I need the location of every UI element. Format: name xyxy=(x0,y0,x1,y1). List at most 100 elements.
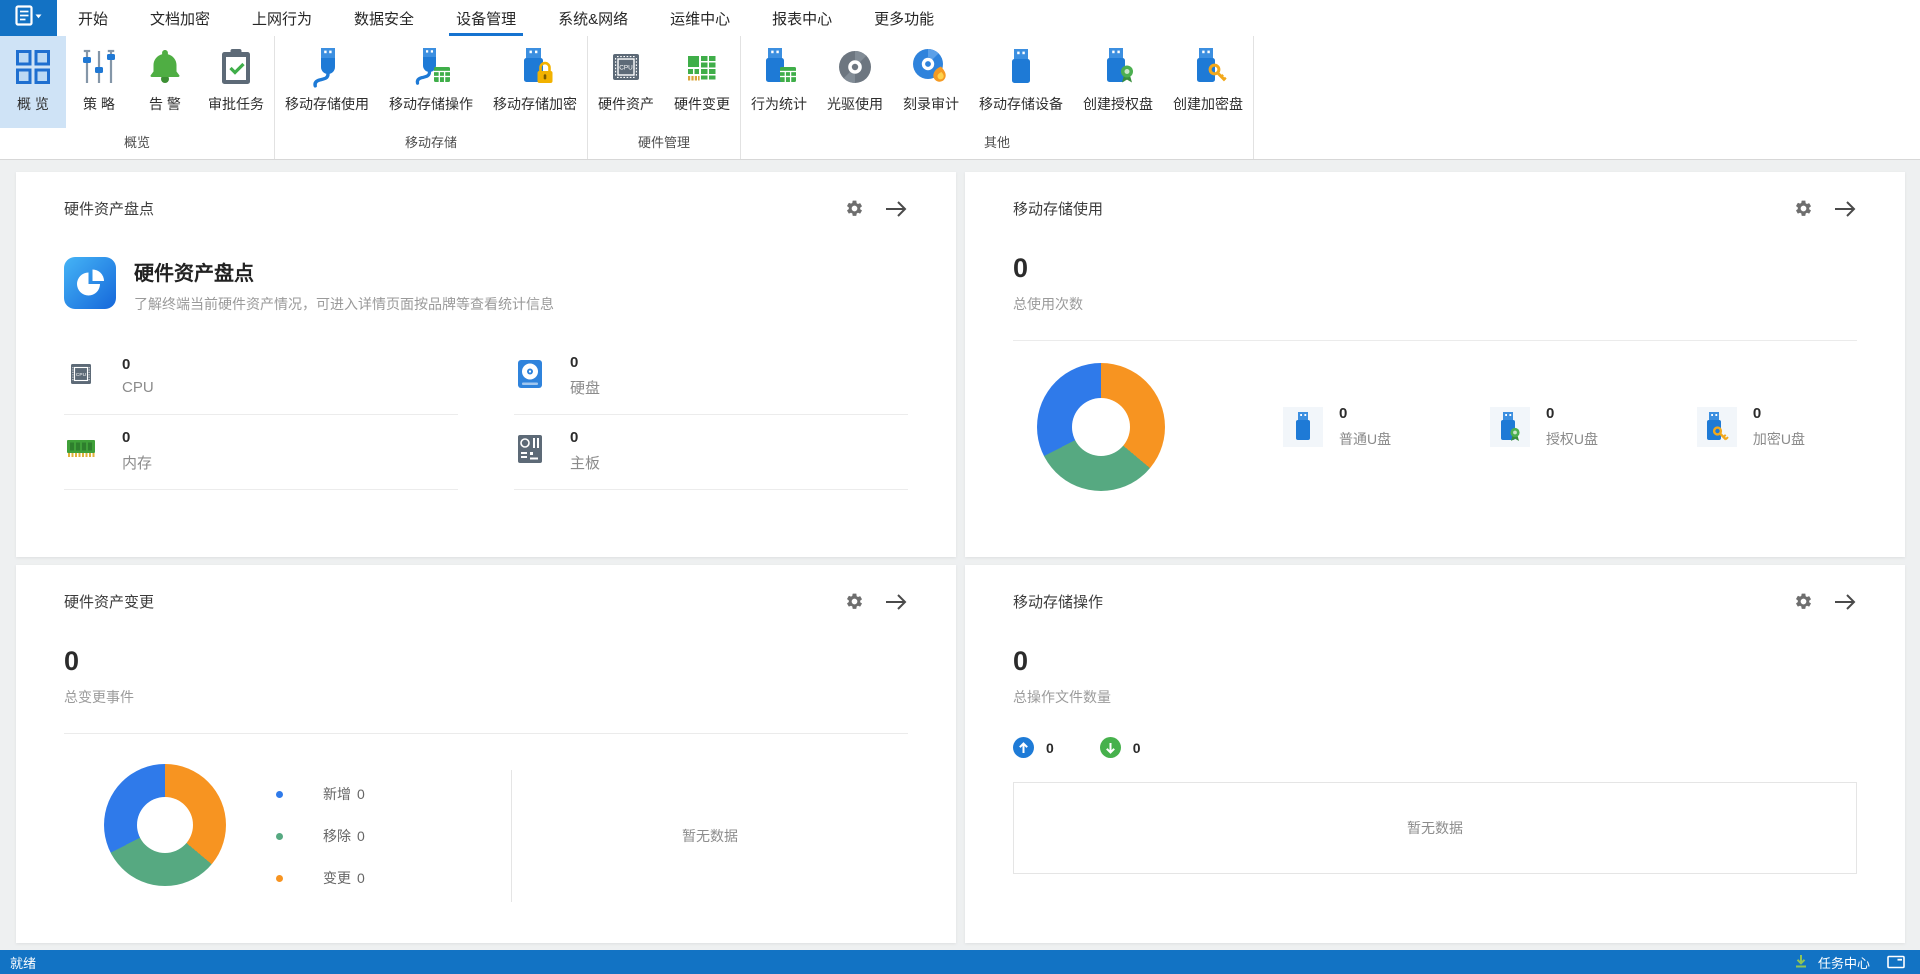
upload-count: 0 xyxy=(1046,740,1054,756)
arrow-right-icon[interactable] xyxy=(1833,200,1857,218)
status-ready-text: 就绪 xyxy=(0,953,1793,972)
ribbon-item-burn-audit[interactable]: 刻录审计 xyxy=(893,36,969,128)
ribbon-item-storage-usage[interactable]: 移动存储使用 xyxy=(275,36,379,128)
ribbon-item-hardware-change[interactable]: 硬件变更 xyxy=(664,36,740,128)
stat-label: CPU xyxy=(122,379,154,396)
legend-item-added: 新增 0 xyxy=(276,784,511,804)
total-value: 0 xyxy=(64,646,908,677)
ribbon-item-create-authorized-disk[interactable]: 创建授权盘 xyxy=(1073,36,1163,128)
menu-item-more[interactable]: 更多功能 xyxy=(853,0,955,36)
ribbon-group-label: 移动存储 xyxy=(275,128,587,159)
arrow-right-icon[interactable] xyxy=(884,593,908,611)
ribbon-item-label: 硬件资产 xyxy=(598,94,654,114)
card-title: 移动存储操作 xyxy=(1013,591,1794,612)
alert-bell-icon xyxy=(142,43,188,91)
gear-icon[interactable] xyxy=(1794,592,1813,611)
ribbon-item-behavior-stats[interactable]: 行为统计 xyxy=(741,36,817,128)
card-hardware-inventory: 硬件资产盘点 硬件资产盘点 了解终端当前硬件资产情况，可进入详情页面按品牌等查看… xyxy=(16,172,956,557)
gear-icon[interactable] xyxy=(1794,199,1813,218)
stat-value: 0 xyxy=(570,354,600,371)
gear-icon[interactable] xyxy=(845,199,864,218)
stat-value: 0 xyxy=(1339,405,1391,422)
ribbon-item-label: 刻录审计 xyxy=(903,94,959,114)
ribbon-item-label: 告 警 xyxy=(149,94,181,114)
approval-tasks-icon xyxy=(213,43,259,91)
card-hardware-changes: 硬件资产变更 0 总变更事件 新增 0 移除 0 xyxy=(16,565,956,943)
ribbon-item-create-encrypted-disk[interactable]: 创建加密盘 xyxy=(1163,36,1253,128)
svg-text:CPU: CPU xyxy=(76,372,87,378)
ribbon-group-removable-storage: 移动存储使用 移动存储操作 移动存储加密 移动存储 xyxy=(275,36,588,159)
divider xyxy=(1013,340,1857,341)
menu-item-system-network[interactable]: 系统&网络 xyxy=(537,0,649,36)
ribbon-item-storage-encrypt[interactable]: 移动存储加密 xyxy=(483,36,587,128)
usb-plain-mini-icon xyxy=(1283,407,1323,447)
ribbon-item-label: 创建授权盘 xyxy=(1083,94,1153,114)
svg-text:CPU: CPU xyxy=(619,65,633,72)
ribbon-group-overview: 概 览 策 略 告 警 审批任务 概览 xyxy=(0,36,275,159)
arrow-right-icon[interactable] xyxy=(1833,593,1857,611)
policy-sliders-icon xyxy=(76,43,122,91)
ribbon-item-storage-devices[interactable]: 移动存储设备 xyxy=(969,36,1073,128)
card-title: 移动存储使用 xyxy=(1013,198,1794,219)
pie-app-icon xyxy=(64,257,116,314)
ribbon-item-label: 移动存储使用 xyxy=(285,94,369,114)
disk-mini-icon xyxy=(516,359,544,394)
stat-label: 主板 xyxy=(570,452,600,473)
burn-disc-icon xyxy=(908,43,954,91)
legend-value: 0 xyxy=(357,870,365,886)
download-circle-icon xyxy=(1100,737,1121,758)
card-storage-operations: 移动存储操作 0 总操作文件数量 0 0 暂无数据 xyxy=(965,565,1905,943)
legend-item-removed: 移除 0 xyxy=(276,826,511,846)
menu-item-data-security[interactable]: 数据安全 xyxy=(333,0,435,36)
total-value: 0 xyxy=(1013,646,1857,677)
legend-value: 0 xyxy=(357,786,365,802)
stat-label: 硬盘 xyxy=(570,377,600,398)
legend-dot xyxy=(276,875,283,882)
app-menu-button[interactable] xyxy=(0,0,57,36)
menu-item-device-management[interactable]: 设备管理 xyxy=(435,0,537,36)
ribbon-item-alert[interactable]: 告 警 xyxy=(132,36,198,128)
ribbon-item-hardware-assets[interactable]: CPU 硬件资产 xyxy=(588,36,664,128)
legend-item-changed: 变更 0 xyxy=(276,868,511,888)
menu-item-doc-encryption[interactable]: 文档加密 xyxy=(129,0,231,36)
divider xyxy=(64,733,908,734)
stat-normal-usb: 0 普通U盘 xyxy=(1283,405,1391,449)
menu-item-start[interactable]: 开始 xyxy=(57,0,129,36)
ribbon-item-label: 移动存储设备 xyxy=(979,94,1063,114)
arrow-right-icon[interactable] xyxy=(884,200,908,218)
ribbon-item-label: 行为统计 xyxy=(751,94,807,114)
stat-encrypted-usb: 0 加密U盘 xyxy=(1697,405,1805,449)
ribbon-item-policy[interactable]: 策 略 xyxy=(66,36,132,128)
usb-authorized-mini-icon xyxy=(1490,407,1530,447)
changes-legend: 新增 0 移除 0 变更 0 xyxy=(276,756,511,916)
stat-authorized-usb: 0 授权U盘 xyxy=(1490,405,1598,449)
menu-item-report-center[interactable]: 报表中心 xyxy=(751,0,853,36)
gear-icon[interactable] xyxy=(845,592,864,611)
ribbon-item-overview[interactable]: 概 览 xyxy=(0,36,66,128)
usb-badge-icon xyxy=(1095,43,1141,91)
monitor-icon[interactable] xyxy=(1887,955,1906,969)
empty-placeholder: 暂无数据 xyxy=(1013,782,1857,874)
usb-encrypted-mini-icon xyxy=(1697,407,1737,447)
cpu-chip-icon: CPU xyxy=(603,43,649,91)
legend-dot xyxy=(276,833,283,840)
usb-key-icon xyxy=(1185,43,1231,91)
menu-item-ops-center[interactable]: 运维中心 xyxy=(649,0,751,36)
ribbon-item-label: 审批任务 xyxy=(208,94,264,114)
stat-value: 0 xyxy=(122,429,152,446)
legend-label: 新增 xyxy=(323,784,351,804)
ribbon-item-storage-operation[interactable]: 移动存储操作 xyxy=(379,36,483,128)
total-value: 0 xyxy=(1013,253,1857,284)
total-label: 总使用次数 xyxy=(1013,294,1857,314)
usage-donut-chart xyxy=(1037,363,1165,491)
usb-lock-icon xyxy=(512,43,558,91)
statusbar: 就绪 任务中心 xyxy=(0,950,1920,974)
ribbon-item-cdrom-usage[interactable]: 光驱使用 xyxy=(817,36,893,128)
stat-value: 0 xyxy=(570,429,600,446)
legend-label: 移除 xyxy=(323,826,351,846)
dashboard: 硬件资产盘点 硬件资产盘点 了解终端当前硬件资产情况，可进入详情页面按品牌等查看… xyxy=(0,160,1920,943)
ribbon-item-approval-tasks[interactable]: 审批任务 xyxy=(198,36,274,128)
stat-label: 加密U盘 xyxy=(1753,429,1805,449)
task-center-button[interactable]: 任务中心 xyxy=(1793,953,1920,972)
menu-item-web-behavior[interactable]: 上网行为 xyxy=(231,0,333,36)
